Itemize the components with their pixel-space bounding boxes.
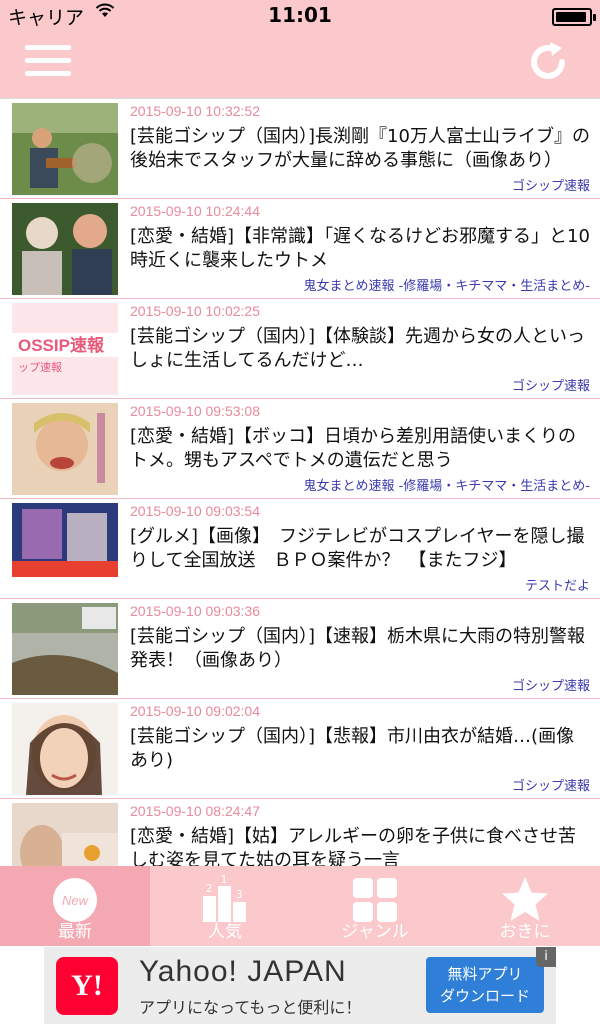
article-title: [恋愛・結婚]【非常識】「遅くなるけどお邪魔する」と10時近くに襲来したウトメ xyxy=(130,226,590,271)
svg-text:1: 1 xyxy=(221,874,228,886)
tab-latest[interactable]: New 最新 xyxy=(0,866,150,946)
svg-text:OSSIP速報: OSSIP速報 xyxy=(18,335,105,355)
article-date: 2015-09-10 09:03:54 xyxy=(130,503,260,519)
ad-banner[interactable]: Y! Yahoo! JAPAN アプリになってもっと便利に！ 無料アプリ ダウン… xyxy=(44,947,556,1024)
article-thumbnail xyxy=(12,603,118,695)
article-date: 2015-09-10 10:32:52 xyxy=(130,103,260,119)
ad-download-button[interactable]: 無料アプリ ダウンロード xyxy=(426,957,544,1013)
refresh-icon xyxy=(531,42,565,79)
tab-popular[interactable]: 2 1 3 人気 xyxy=(150,866,300,946)
article-row[interactable]: 2015-09-10 09:53:08 [恋愛・結婚]【ボッコ】日頃から差別用語使… xyxy=(0,399,600,499)
article-thumbnail: OSSIP速報ップ速報 xyxy=(12,303,118,395)
article-row[interactable]: 2015-09-10 09:02:04 [芸能ゴシップ（国内）]【悲報】市川由衣が… xyxy=(0,699,600,799)
article-title: [芸能ゴシップ（国内）]【速報】栃木県に大雨の特別警報発表！（画像あり） xyxy=(130,626,586,671)
svg-text:New: New xyxy=(62,893,90,908)
status-bar: キャリア 11:01 xyxy=(0,0,600,30)
svg-text:ップ速報: ップ速報 xyxy=(18,361,62,374)
article-source: テストだよ xyxy=(524,579,590,594)
article-source: ゴシップ速報 xyxy=(511,179,590,194)
article-source: ゴシップ速報 xyxy=(511,779,590,794)
header: キャリア 11:01 xyxy=(0,0,600,98)
article-row[interactable]: 2015-09-10 08:24:47 [恋愛・結婚]【姑】アレルギーの卵を子供に… xyxy=(0,799,600,866)
article-date: 2015-09-10 09:03:36 xyxy=(130,603,260,619)
article-source: 鬼女まとめ速報 -修羅場・キチママ・生活まとめ- xyxy=(303,479,590,494)
article-thumbnail xyxy=(12,703,118,795)
hamburger-menu-button[interactable] xyxy=(25,45,71,77)
article-list[interactable]: 2015-09-10 10:32:52 [芸能ゴシップ（国内）]長渕剛『10万人富… xyxy=(0,98,600,866)
tab-genre[interactable]: ジャンル xyxy=(300,866,450,946)
tab-label: 人気 xyxy=(208,922,242,942)
article-date: 2015-09-10 09:53:08 xyxy=(130,403,260,419)
article-row[interactable]: 2015-09-10 09:03:36 [芸能ゴシップ（国内）]【速報】栃木県に大… xyxy=(0,599,600,699)
ad-title: Yahoo! JAPAN xyxy=(139,955,347,988)
tab-label: おきに xyxy=(499,922,551,942)
refresh-button[interactable] xyxy=(524,38,572,86)
article-title: [恋愛・結婚]【姑】アレルギーの卵を子供に食べさせ苦しむ姿を見てた姑の耳を疑う一… xyxy=(130,826,577,866)
tab-bar: New 最新 2 1 3 人気 ジャンル おきに xyxy=(0,866,600,946)
article-title: [グルメ]【画像】 フジテレビがコスプレイヤーを隠し撮りして全国放送 ＢＰＯ案件… xyxy=(130,526,585,571)
tab-label: 最新 xyxy=(58,922,92,942)
tab-label: ジャンル xyxy=(341,922,409,942)
yahoo-logo: Y! xyxy=(56,957,118,1015)
article-row[interactable]: 2015-09-10 09:03:54 [グルメ]【画像】 フジテレビがコスプレイ… xyxy=(0,499,600,599)
article-title: [芸能ゴシップ（国内）]【体験談】先週から女の人といっしょに生活してるんだけど… xyxy=(130,326,586,371)
svg-text:3: 3 xyxy=(236,888,243,901)
article-row[interactable]: 2015-09-10 10:32:52 [芸能ゴシップ（国内）]長渕剛『10万人富… xyxy=(0,99,600,199)
article-date: 2015-09-10 08:24:47 xyxy=(130,803,260,819)
article-row[interactable]: 2015-09-10 10:24:44 [恋愛・結婚]【非常識】「遅くなるけどお邪… xyxy=(0,199,600,299)
battery-icon xyxy=(552,8,596,26)
article-title: [恋愛・結婚]【ボッコ】日頃から差別用語使いまくりのトメ。甥もアスペでトメの遺伝… xyxy=(130,426,577,471)
article-thumbnail xyxy=(12,103,118,195)
article-date: 2015-09-10 09:02:04 xyxy=(130,703,260,719)
cta-line: 無料アプリ xyxy=(447,965,523,983)
ad-subtitle: アプリになってもっと便利に！ xyxy=(139,998,362,1017)
article-title: [芸能ゴシップ（国内）]【悲報】市川由衣が結婚…(画像あり) xyxy=(130,726,575,771)
article-source: ゴシップ速報 xyxy=(511,679,590,694)
article-date: 2015-09-10 10:24:44 xyxy=(130,203,260,219)
article-source: ゴシップ速報 xyxy=(511,379,590,394)
article-row[interactable]: OSSIP速報ップ速報 2015-09-10 10:02:25 [芸能ゴシップ（国内… xyxy=(0,299,600,399)
article-date: 2015-09-10 10:02:25 xyxy=(130,303,260,319)
svg-text:2: 2 xyxy=(206,882,213,895)
clock: 11:01 xyxy=(268,3,332,27)
article-source: 鬼女まとめ速報 -修羅場・キチママ・生活まとめ- xyxy=(303,279,590,294)
tab-favorites[interactable]: おきに xyxy=(450,866,600,946)
ad-info-icon[interactable]: i xyxy=(536,947,556,967)
cta-line: ダウンロード xyxy=(439,987,530,1005)
article-thumbnail xyxy=(12,203,118,295)
article-thumbnail xyxy=(12,403,118,495)
article-thumbnail xyxy=(12,803,118,866)
article-thumbnail xyxy=(12,503,118,595)
article-title: [芸能ゴシップ（国内）]長渕剛『10万人富士山ライブ』の後始末でスタッフが大量に… xyxy=(130,126,590,171)
